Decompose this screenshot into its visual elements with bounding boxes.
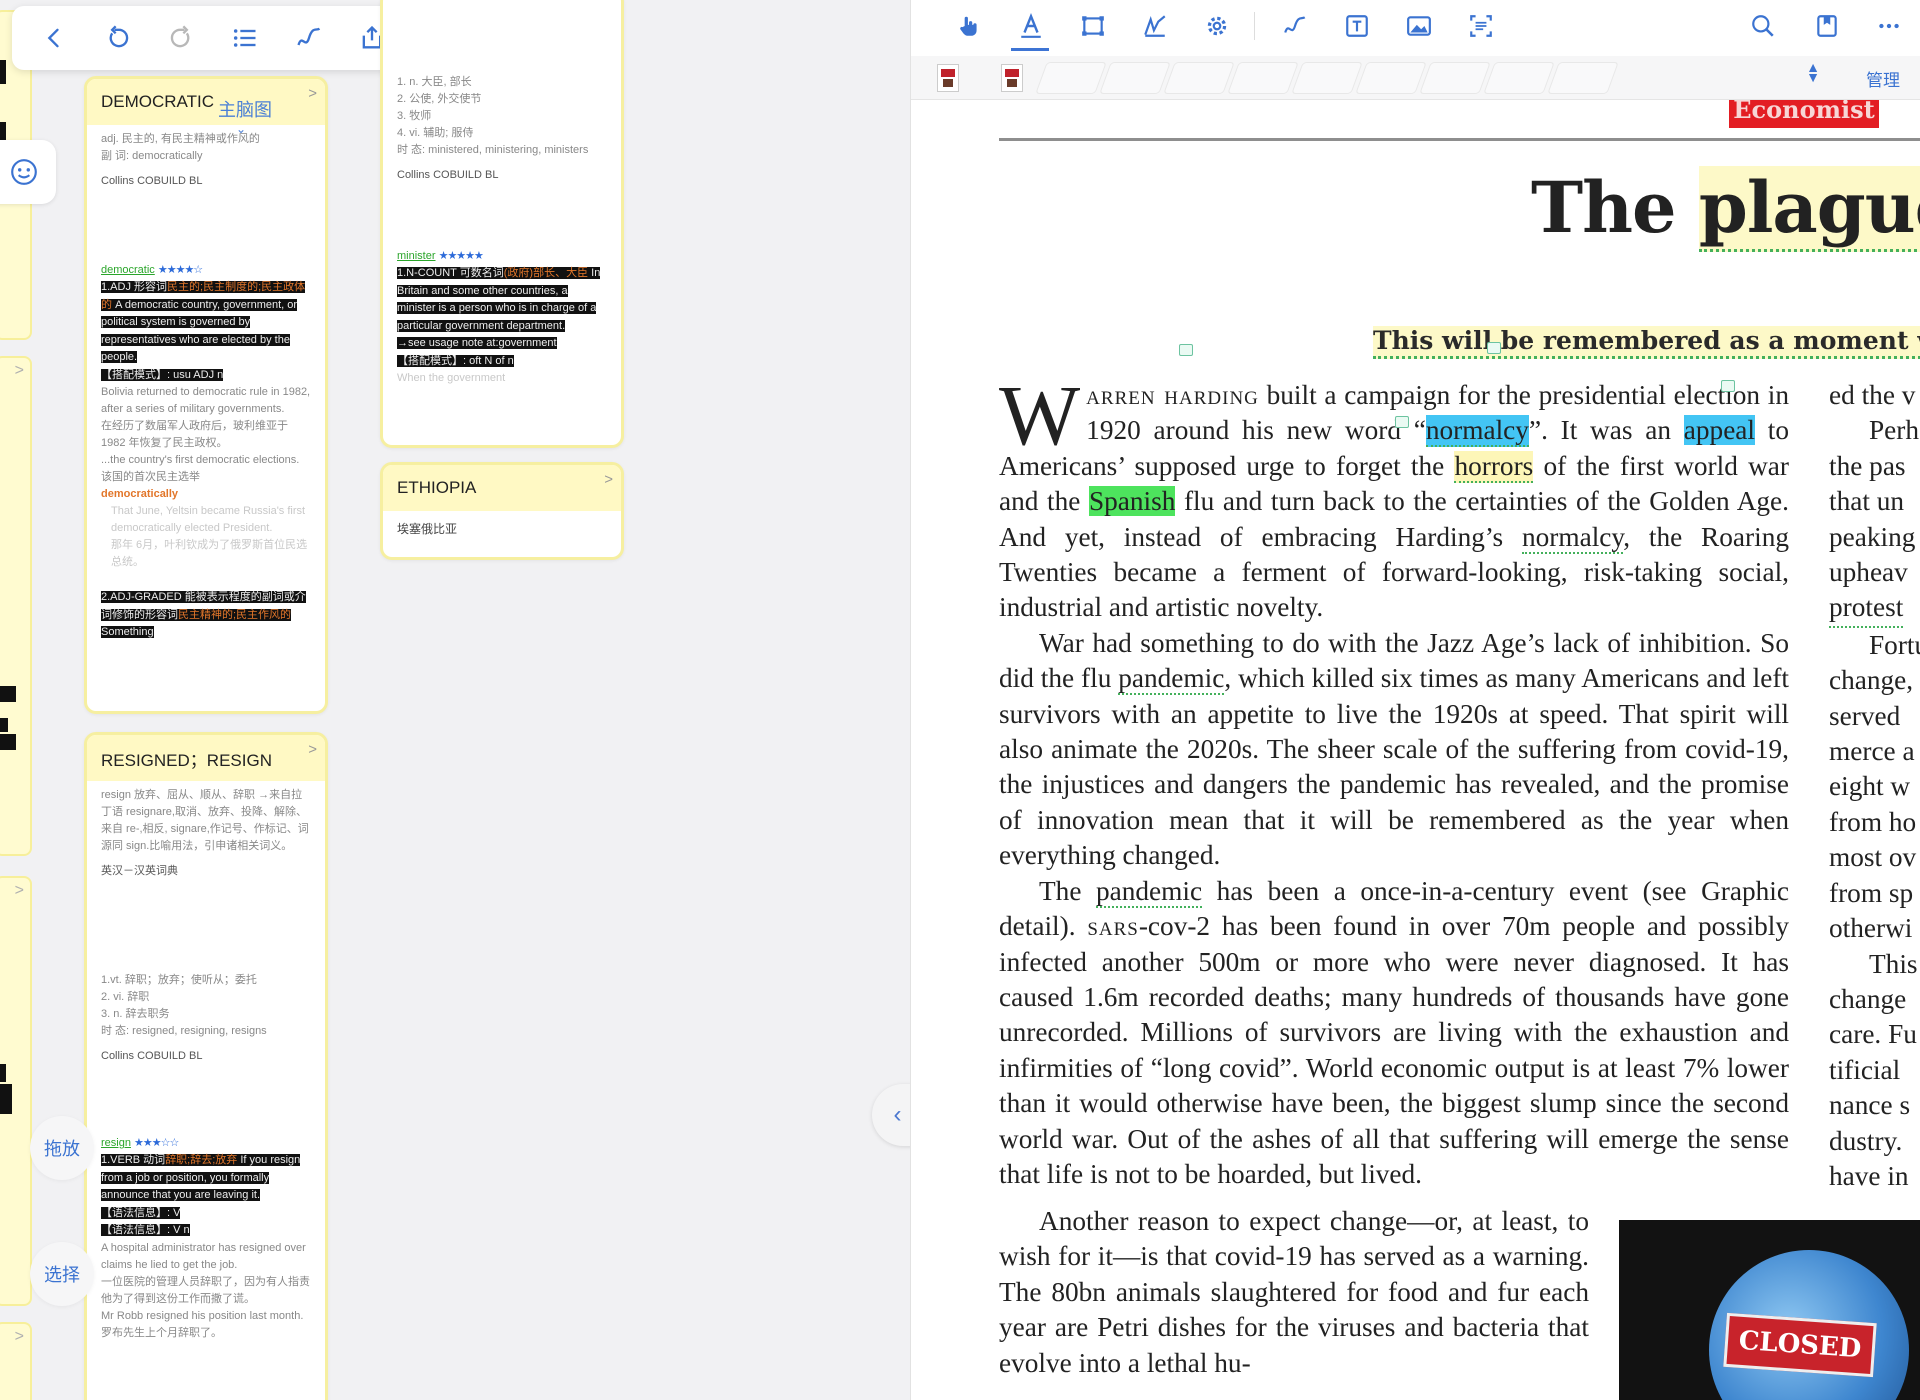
chevron-right-icon[interactable]: >: [308, 741, 317, 758]
annotation-note-icon[interactable]: [1395, 416, 1409, 428]
card-title[interactable]: DEMOCRATIC >: [87, 79, 325, 125]
active-tool-indicator: [1011, 48, 1049, 51]
article-photo[interactable]: CLOSED: [1619, 1220, 1920, 1400]
main-map-label[interactable]: 主脑图: [218, 96, 272, 122]
text-box-icon[interactable]: [1339, 8, 1375, 44]
paragraph[interactable]: Warren harding built a campaign for the …: [999, 367, 1789, 626]
undo-icon[interactable]: [98, 18, 138, 58]
settings-gear-icon[interactable]: [1199, 8, 1235, 44]
mindmap-card-minister[interactable]: 1. n. 大臣, 部长 2. 公使, 外交使节 3. 牧师 4. vi. 辅助…: [380, 0, 624, 448]
select-button[interactable]: 选择: [30, 1242, 94, 1306]
image-icon[interactable]: [1401, 8, 1437, 44]
mindmap-card-ethiopia[interactable]: ETHIOPIA > 埃塞俄比亚: [380, 462, 624, 560]
chevron-right-icon[interactable]: >: [15, 1328, 24, 1346]
pdf-page[interactable]: Economist The plague This will be rememb…: [911, 100, 1920, 1400]
tab-placeholder: [1291, 62, 1363, 94]
sort-icon[interactable]: ▲ ▼: [1806, 60, 1820, 84]
drag-button[interactable]: 拖放: [30, 1116, 94, 1180]
article-headline[interactable]: The plague: [1531, 166, 1920, 252]
rectangle-select-icon[interactable]: [1075, 8, 1111, 44]
mindmap-node-stub[interactable]: >: [0, 1322, 32, 1400]
closed-sign: CLOSED: [1723, 1312, 1877, 1378]
chevron-down-icon[interactable]: ⌄: [236, 122, 246, 136]
card-body: resign 放弃、屈从、顺从、辞职 →来自拉丁语 resignare,取消、放…: [101, 789, 310, 1339]
toolbar-separator: [1254, 12, 1255, 40]
text-highlight-icon[interactable]: [1013, 8, 1049, 44]
more-icon[interactable]: [1871, 8, 1907, 44]
paragraph[interactable]: The pandemic has been a once-in-a-centur…: [999, 874, 1789, 1193]
page-thumbnail-strip[interactable]: [911, 56, 1920, 100]
tab-placeholder: [1163, 62, 1235, 94]
article-column-lower[interactable]: Another reason to expect change—or, at l…: [999, 1204, 1589, 1381]
card-body: 1. n. 大臣, 部长 2. 公使, 外交使节 3. 牧师 4. vi. 辅助…: [397, 76, 601, 384]
ocr-icon[interactable]: [1463, 8, 1499, 44]
tab-placeholder: [1547, 62, 1619, 94]
signature-icon[interactable]: [1137, 8, 1173, 44]
card-body: adj. 民主的, 有民主精神或作风的 副 词: democratically …: [101, 133, 311, 638]
economist-logo: Economist: [1729, 100, 1879, 128]
mindmap-pane[interactable]: > > > DEMOCRATIC > adj. 民主的, 有民主精神或作风的 副…: [0, 0, 910, 1400]
back-icon[interactable]: [34, 18, 74, 58]
drop-cap: W: [999, 367, 1081, 463]
page-thumbnail[interactable]: [937, 64, 959, 92]
article-column-right[interactable]: ed the v Perh the pas that un peaking up…: [1829, 378, 1920, 1194]
redo-icon[interactable]: [161, 18, 201, 58]
chevron-left-icon: ‹: [893, 1101, 902, 1128]
tab-placeholder: [1419, 62, 1491, 94]
chevron-right-icon[interactable]: >: [15, 882, 24, 900]
mindmap-card-resigned[interactable]: RESIGNED；RESIGN > resign 放弃、屈从、顺从、辞职 →来自…: [84, 732, 328, 1400]
search-icon[interactable]: [1745, 8, 1781, 44]
card-body: 埃塞俄比亚: [397, 522, 458, 536]
annotation-note-icon[interactable]: [1721, 380, 1735, 392]
pen-squiggle-icon[interactable]: [289, 18, 329, 58]
article-subhead[interactable]: This will be remembered as a moment w: [1373, 326, 1920, 359]
mindmap-card-democratic[interactable]: DEMOCRATIC > adj. 民主的, 有民主精神或作风的 副 词: de…: [84, 76, 328, 714]
tab-placeholder: [1035, 62, 1107, 94]
tab-placeholder: [1483, 62, 1555, 94]
tab-placeholder: [1227, 62, 1299, 94]
chevron-right-icon[interactable]: >: [604, 471, 613, 488]
bookmark-icon[interactable]: [1809, 8, 1845, 44]
header-rule: [999, 138, 1920, 141]
mindmap-node-stub[interactable]: >: [0, 356, 32, 856]
pdf-pane[interactable]: ▲▼ 管理 Economist The plague This will be …: [910, 0, 1920, 1400]
tab-placeholder: [1355, 62, 1427, 94]
tab-placeholder: [1099, 62, 1171, 94]
manage-button[interactable]: 管理: [1866, 66, 1900, 91]
pdf-toolbar: [911, 0, 1920, 52]
annotation-note-icon[interactable]: [1179, 344, 1193, 356]
paragraph[interactable]: Another reason to expect change—or, at l…: [999, 1204, 1589, 1381]
sticker-face-icon[interactable]: [0, 140, 56, 204]
annotation-note-icon[interactable]: [1487, 342, 1501, 354]
card-title[interactable]: RESIGNED；RESIGN >: [87, 735, 325, 781]
hand-tool-icon[interactable]: [951, 8, 987, 44]
page-thumbnail[interactable]: [1001, 64, 1023, 92]
article-column-main[interactable]: Warren harding built a campaign for the …: [999, 367, 1789, 1193]
mindmap-node-stub[interactable]: >: [0, 876, 32, 1306]
chevron-right-icon[interactable]: >: [308, 85, 317, 102]
paragraph[interactable]: War had something to do with the Jazz Ag…: [999, 626, 1789, 874]
outline-list-icon[interactable]: [225, 18, 265, 58]
card-title[interactable]: ETHIOPIA >: [383, 465, 621, 511]
freehand-pen-icon[interactable]: [1277, 8, 1313, 44]
chevron-right-icon[interactable]: >: [15, 362, 24, 380]
